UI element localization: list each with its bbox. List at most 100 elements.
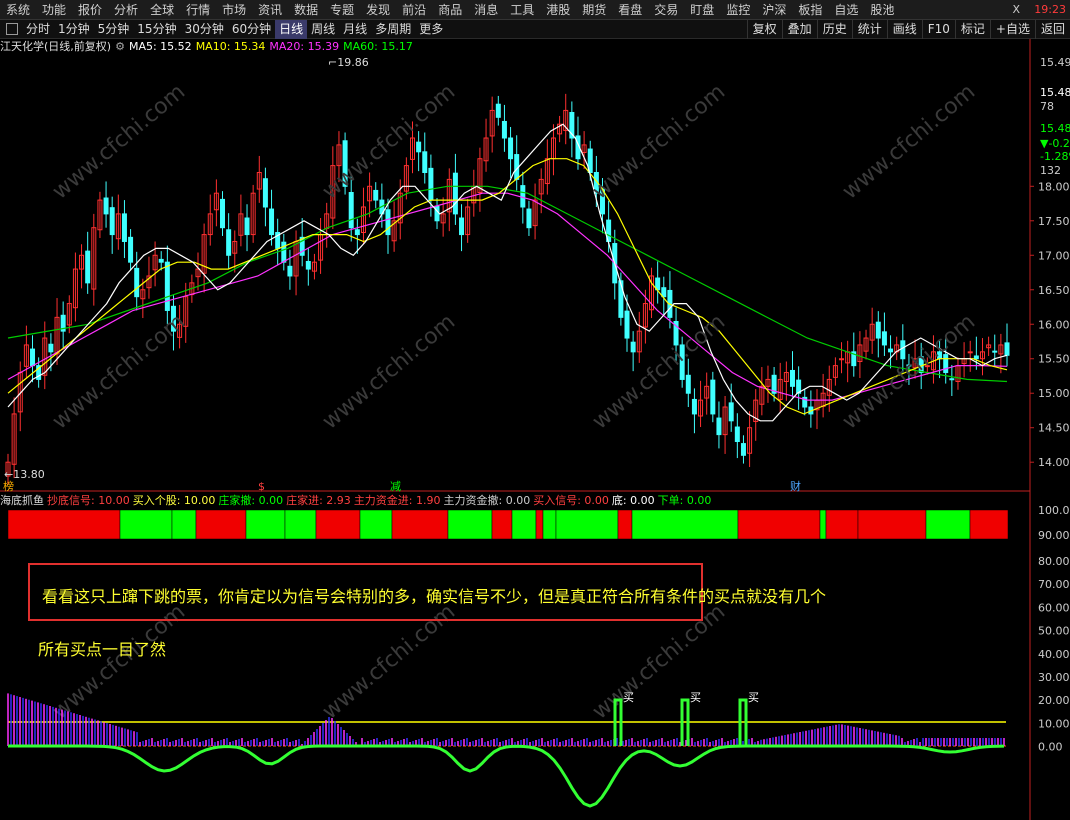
candle-body: [385, 209, 391, 236]
price-tick-label: 16.00: [1038, 318, 1070, 331]
menu-item-7[interactable]: 资讯: [252, 0, 288, 20]
candle-body: [220, 198, 226, 229]
menu-item-21[interactable]: 沪深: [756, 0, 792, 20]
menu-item-1[interactable]: 功能: [36, 0, 72, 20]
candle-body: [710, 379, 716, 415]
signal-segment: [359, 509, 393, 540]
menu-item-8[interactable]: 数据: [288, 0, 324, 20]
candle-body: [839, 358, 845, 361]
signal-segment: [245, 509, 286, 540]
candle-body: [1004, 342, 1010, 356]
tool-button-0[interactable]: 复权: [746, 20, 782, 39]
menu-item-17[interactable]: 看盘: [612, 0, 648, 20]
menu-item-11[interactable]: 前沿: [396, 0, 432, 20]
signal-segment: [555, 509, 619, 540]
buy-signal-label: 买: [690, 691, 701, 704]
period-tab-2[interactable]: 5分钟: [94, 20, 134, 39]
signal-segment: [969, 509, 1009, 540]
candle-body: [158, 258, 164, 263]
candle-body: [630, 341, 636, 353]
price-tick-label: 17.50: [1038, 215, 1070, 228]
period-tab-9[interactable]: 多周期: [371, 20, 415, 39]
indicator-tick-label: 20.00: [1038, 694, 1070, 707]
event-marker-2: 减: [390, 480, 401, 493]
candle-body: [269, 208, 275, 236]
period-tab-6[interactable]: 日线: [275, 19, 308, 39]
tool-button-3[interactable]: 统计: [851, 20, 887, 39]
menu-item-15[interactable]: 港股: [540, 0, 576, 20]
menu-item-13[interactable]: 消息: [468, 0, 504, 20]
close-icon[interactable]: X: [1012, 0, 1020, 20]
ma20-line: [7, 192, 1008, 401]
menu-item-9[interactable]: 专题: [324, 0, 360, 20]
menu-item-5[interactable]: 行情: [180, 0, 216, 20]
menu-item-20[interactable]: 监控: [720, 0, 756, 20]
tool-button-1[interactable]: 叠加: [781, 20, 817, 39]
period-tab-8[interactable]: 月线: [339, 20, 371, 39]
tool-button-7[interactable]: +自选: [989, 20, 1035, 39]
tool-button-2[interactable]: 历史: [816, 20, 852, 39]
watermark-text: www.cfchi.com: [838, 309, 980, 434]
menu-item-2[interactable]: 报价: [72, 0, 108, 20]
price-tick-label: 14.00: [1038, 456, 1070, 469]
candle-body: [262, 178, 268, 208]
event-marker-0: 榜: [3, 479, 14, 493]
menu-item-18[interactable]: 交易: [648, 0, 684, 20]
annotation-note: 所有买点一目了然: [38, 640, 167, 659]
tool-button-5[interactable]: F10: [921, 20, 955, 39]
side-quote-1: 15.48: [1040, 86, 1070, 99]
tool-button-6[interactable]: 标记: [954, 20, 990, 39]
tool-button-8[interactable]: 返回: [1034, 20, 1070, 39]
right-tools: 复权 叠加 历史 统计 画线 F10 标记 +自选 返回: [746, 20, 1070, 39]
candle-body: [48, 343, 54, 353]
period-tab-5[interactable]: 60分钟: [228, 20, 275, 39]
high-marker: ⌐19.86: [328, 56, 369, 69]
menu-item-24[interactable]: 股池: [864, 0, 900, 20]
menu-item-16[interactable]: 期货: [576, 0, 612, 20]
candle-body: [226, 229, 232, 256]
period-tab-10[interactable]: 更多: [415, 20, 447, 39]
indicator-field-0: 抄底信号: 10.00: [47, 494, 130, 507]
kline-chart[interactable]: 18.00 17.50 17.00 16.50 16.00 15.50 15.00 14.50…: [0, 39, 1070, 820]
period-tab-0[interactable]: 分时: [22, 20, 54, 39]
candle-body: [734, 426, 740, 443]
candle-body: [109, 207, 115, 236]
menu-item-12[interactable]: 商品: [432, 0, 468, 20]
period-tab-7[interactable]: 周线: [307, 20, 339, 39]
indicator-tick-label: 90.00: [1038, 529, 1070, 542]
indicator-field-5: 主力资金撤: 0.00: [443, 494, 531, 507]
menu-item-22[interactable]: 板指: [792, 0, 828, 20]
candle-body: [103, 197, 109, 215]
fund-out-line: [8, 744, 1005, 808]
candle-body: [875, 321, 881, 339]
buy-signal-label: 买: [748, 691, 759, 704]
signal-segment: [737, 509, 821, 540]
buy-signal-label: 买: [623, 691, 634, 704]
annotation-box: 看看这只上蹿下跳的票，你肯定以为信号会特别的多，确实信号不少，但是真正符合所有条…: [28, 563, 826, 621]
menu-item-19[interactable]: 盯盘: [684, 0, 720, 20]
menu-item-23[interactable]: 自选: [828, 0, 864, 20]
layout-toggle-icon[interactable]: [6, 23, 18, 35]
tool-button-4[interactable]: 画线: [886, 20, 922, 39]
candle-body: [428, 167, 434, 201]
candle-body: [164, 261, 170, 311]
menu-item-3[interactable]: 分析: [108, 0, 144, 20]
menu-item-10[interactable]: 发现: [360, 0, 396, 20]
candle-body: [452, 172, 458, 215]
signal-segment: [491, 509, 513, 540]
period-tab-3[interactable]: 15分钟: [133, 20, 180, 39]
period-tab-4[interactable]: 30分钟: [181, 20, 228, 39]
menu-item-6[interactable]: 市场: [216, 0, 252, 20]
indicator-field-4: 主力资金进: 1.90: [353, 494, 441, 507]
candle-body: [691, 398, 697, 415]
menu-item-4[interactable]: 全球: [144, 0, 180, 20]
indicator-tick-label: 10.00: [1038, 717, 1070, 730]
menu-item-0[interactable]: 系统: [0, 0, 36, 20]
candle-body: [30, 348, 36, 367]
watermark-text: www.cfchi.com: [588, 79, 730, 204]
indicator-field-6: 买入信号: 0.00: [533, 494, 609, 507]
menu-item-14[interactable]: 工具: [504, 0, 540, 20]
top-menu-bar: 系统 功能 报价 分析 全球 行情 市场 资讯 数据 专题 发现 前沿 商品 消息 工具 港股 期货 看盘 交易 盯盘…: [0, 0, 1070, 20]
period-tab-1[interactable]: 1分钟: [54, 20, 94, 39]
candle-body: [740, 443, 746, 456]
